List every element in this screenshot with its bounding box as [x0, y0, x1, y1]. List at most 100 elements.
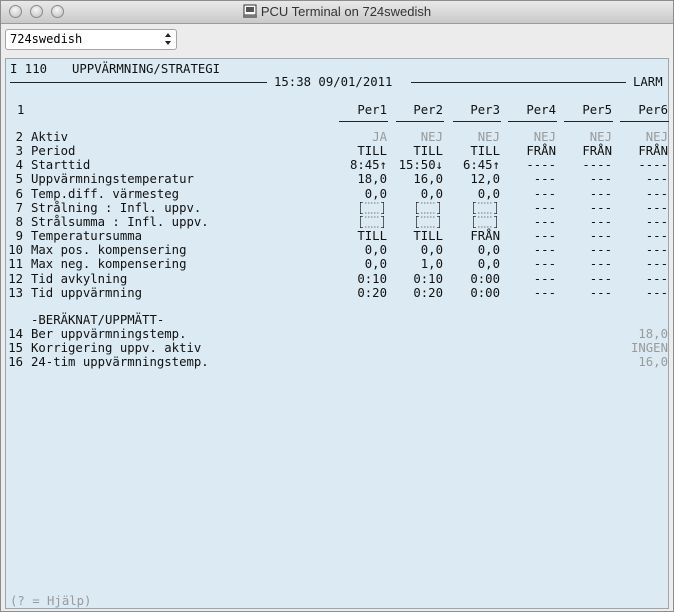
row-label: Uppvärmningstemperatur — [31, 172, 194, 187]
value-cell[interactable]: 0:00 — [440, 272, 500, 286]
value-cell[interactable]: --- — [608, 172, 668, 186]
row-label: Strålning : Infl. uppv. — [31, 200, 202, 215]
value-cell[interactable]: 0:20 — [327, 286, 387, 300]
value-cell[interactable]: --- — [608, 229, 668, 243]
value-cell[interactable]: --- — [496, 286, 556, 300]
alarm-label[interactable]: LARM — [633, 75, 663, 89]
column-header-3: Per3 — [470, 103, 500, 117]
value-cell[interactable]: ---- — [552, 158, 612, 172]
value-cell[interactable]: --- — [608, 201, 668, 215]
value-cell[interactable]: JA — [327, 130, 387, 144]
value-cell[interactable]: 12,0 — [440, 172, 500, 186]
checkbox-field[interactable] — [360, 201, 384, 214]
value-cell[interactable]: --- — [496, 257, 556, 271]
value-cell[interactable]: --- — [552, 243, 612, 257]
column-header-2: Per2 — [413, 103, 443, 117]
value-cell[interactable]: --- — [608, 215, 668, 229]
value-cell[interactable]: 8:45↑ — [327, 158, 387, 172]
value-cell[interactable]: --- — [552, 172, 612, 186]
column-underline — [564, 121, 613, 122]
value-cell[interactable]: FRÅN — [440, 229, 500, 243]
terminal-screen[interactable]: I 110 UPPVÄRMNING/STRATEGI 15:38 09/01/2… — [5, 58, 669, 609]
value-cell[interactable]: 0:00 — [440, 286, 500, 300]
value-cell[interactable]: 0,0 — [440, 243, 500, 257]
screen-code: I 110 — [10, 62, 48, 76]
column-header-1: Per1 — [357, 103, 387, 117]
value-cell[interactable]: --- — [496, 215, 556, 229]
host-select-value: 724swedish — [10, 32, 83, 46]
column-underline — [620, 121, 669, 122]
value-cell[interactable]: --- — [496, 201, 556, 215]
value-cell[interactable]: --- — [552, 286, 612, 300]
value-cell[interactable]: 1,0 — [383, 257, 443, 271]
checkbox-field[interactable] — [416, 201, 440, 214]
column-header-6: Per6 — [638, 103, 668, 117]
value-cell[interactable]: --- — [552, 257, 612, 271]
checkbox-field[interactable] — [360, 215, 384, 228]
column-header-5: Per5 — [582, 103, 612, 117]
app-window: PCU Terminal on 724swedish 724swedish I … — [0, 0, 674, 612]
section-title: -BERÄKNAT/UPPMÄTT- — [31, 313, 165, 327]
value-cell[interactable]: --- — [496, 187, 556, 201]
value-cell[interactable]: --- — [496, 243, 556, 257]
window-title-wrap: PCU Terminal on 724swedish — [1, 4, 673, 19]
value-cell[interactable]: --- — [552, 187, 612, 201]
host-select[interactable]: 724swedish — [5, 29, 177, 50]
row-number: 15 — [8, 341, 23, 356]
value-cell[interactable]: 0,0 — [440, 187, 500, 201]
value-cell[interactable]: TILL — [383, 229, 443, 243]
row-label: Max neg. kompensering — [31, 257, 187, 272]
value-cell[interactable]: --- — [608, 257, 668, 271]
value-cell[interactable]: ---- — [496, 158, 556, 172]
value-cell[interactable]: --- — [552, 229, 612, 243]
value-cell[interactable]: 0:20 — [383, 286, 443, 300]
value-cell[interactable]: --- — [608, 243, 668, 257]
value-cell[interactable]: 0,0 — [383, 187, 443, 201]
value-cell[interactable]: --- — [552, 272, 612, 286]
value-cell[interactable]: 15:50↓ — [383, 158, 443, 172]
value-cell[interactable]: 0:10 — [383, 272, 443, 286]
value-cell[interactable]: 0,0 — [383, 243, 443, 257]
row-label: Starttid — [31, 158, 91, 173]
checkbox-field[interactable] — [416, 215, 440, 228]
value-cell[interactable]: TILL — [440, 144, 500, 158]
value-cell[interactable]: 6:45↑ — [440, 158, 500, 172]
value-cell[interactable]: NEJ — [608, 130, 668, 144]
checkbox-field[interactable] — [473, 201, 497, 214]
row-number: 6 — [15, 186, 23, 201]
value-cell[interactable]: NEJ — [440, 130, 500, 144]
value-cell[interactable]: NEJ — [496, 130, 556, 144]
checkbox-field[interactable] — [473, 215, 497, 228]
value-cell[interactable]: --- — [608, 272, 668, 286]
value-cell[interactable]: FRÅN — [552, 144, 612, 158]
value-cell[interactable]: FRÅN — [496, 144, 556, 158]
value-cell[interactable]: --- — [496, 272, 556, 286]
value-cell[interactable]: ---- — [608, 158, 668, 172]
row-number: 14 — [8, 327, 23, 341]
value-cell[interactable]: --- — [496, 172, 556, 186]
terminal-app-icon — [242, 4, 257, 18]
value-cell[interactable]: --- — [496, 229, 556, 243]
value-cell[interactable]: TILL — [383, 144, 443, 158]
value-cell[interactable]: --- — [608, 187, 668, 201]
value-cell[interactable]: TILL — [327, 229, 387, 243]
value-cell[interactable]: --- — [552, 201, 612, 215]
row-number: 8 — [15, 214, 23, 229]
value-cell[interactable]: 0,0 — [327, 187, 387, 201]
value-cell[interactable]: NEJ — [383, 130, 443, 144]
title-bar: PCU Terminal on 724swedish — [1, 1, 673, 24]
value-cell[interactable]: --- — [552, 215, 612, 229]
window-title: PCU Terminal on 724swedish — [260, 4, 432, 19]
value-cell[interactable]: 0,0 — [327, 243, 387, 257]
value-cell[interactable]: 18,0 — [327, 172, 387, 186]
row-label: Strålsumma : Infl. uppv. — [31, 214, 209, 229]
value-cell[interactable]: 0,0 — [440, 257, 500, 271]
value-cell[interactable]: 0,0 — [327, 257, 387, 271]
value-cell[interactable]: TILL — [327, 144, 387, 158]
value-cell[interactable]: 16,0 — [383, 172, 443, 186]
value-cell[interactable]: 0:10 — [327, 272, 387, 286]
value-cell[interactable]: NEJ — [552, 130, 612, 144]
value-cell[interactable]: --- — [608, 286, 668, 300]
header-rule-left — [10, 82, 267, 83]
value-cell[interactable]: FRÅN — [608, 144, 668, 158]
